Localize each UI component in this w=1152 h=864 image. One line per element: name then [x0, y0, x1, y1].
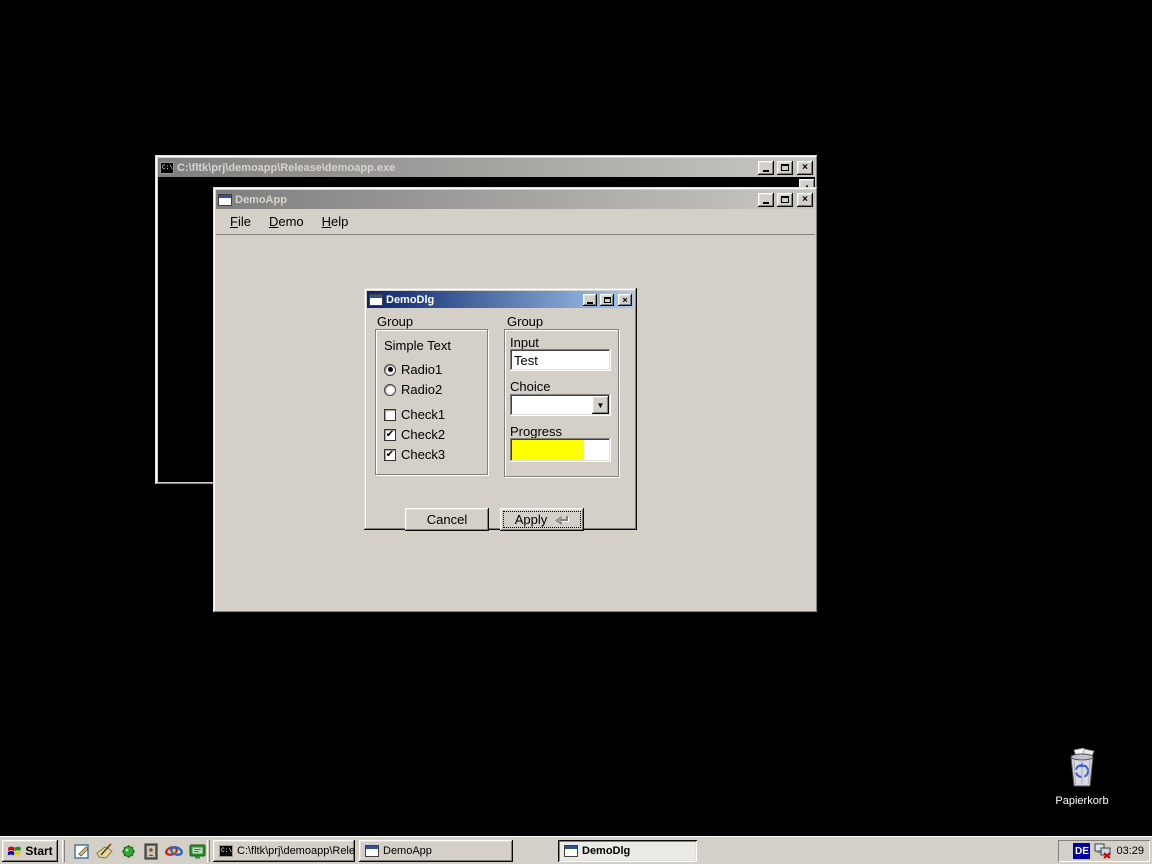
document-pen-icon[interactable] [72, 841, 92, 861]
radio2-option[interactable]: Radio2 [384, 382, 442, 397]
radio2-label: Radio2 [401, 382, 442, 397]
right-group-label: Group [507, 314, 543, 329]
demoapp-minimize-button[interactable] [758, 193, 774, 207]
visual-studio-icon[interactable] [164, 841, 184, 861]
recycle-bin-icon [1064, 748, 1100, 788]
simple-text-label: Simple Text [384, 338, 451, 353]
progress-label: Progress [510, 424, 562, 439]
menu-item-file[interactable]: File [222, 211, 259, 232]
progress-bar [510, 438, 611, 462]
check3-label: Check3 [401, 447, 445, 462]
console-icon: C:\ [160, 162, 174, 174]
hand-pen-icon[interactable] [95, 841, 115, 861]
choice-value [510, 392, 518, 411]
console-window-title: C:\fltk\prj\demoapp\Release\demoapp.exe [177, 162, 755, 174]
radio2-button[interactable] [384, 384, 396, 396]
return-key-icon [553, 515, 569, 525]
console-icon: C:\ [219, 845, 233, 857]
maximize-icon [604, 297, 611, 303]
system-tray: DE 03:29 [1058, 840, 1150, 862]
demoapp-close-button[interactable]: × [797, 193, 813, 207]
menu-item-help[interactable]: Help [314, 211, 357, 232]
choice-dropdown[interactable]: ▼ [510, 394, 611, 416]
check-icon: ✔ [386, 429, 394, 440]
close-icon: × [802, 194, 808, 205]
taskbar-separator[interactable] [207, 840, 210, 862]
bug-icon[interactable] [118, 841, 138, 861]
radio1-label: Radio1 [401, 362, 442, 377]
input-field[interactable] [510, 349, 611, 371]
window-icon [564, 845, 578, 857]
check1-option[interactable]: ✔ Check1 [384, 407, 445, 422]
minimize-icon [763, 170, 769, 172]
check2-label: Check2 [401, 427, 445, 442]
taskbar-separator[interactable] [62, 840, 65, 862]
window-icon [365, 845, 379, 857]
demodlg-minimize-button[interactable] [583, 294, 597, 306]
check1-label: Check1 [401, 407, 445, 422]
apply-button-label: Apply [515, 512, 548, 527]
windows-logo-icon [7, 844, 22, 858]
recycle-bin-label: Papierkorb [1037, 795, 1127, 807]
check-icon: ✔ [386, 449, 394, 460]
radio1-button[interactable] [384, 364, 396, 376]
maximize-icon [781, 164, 789, 171]
check3-checkbox[interactable]: ✔ [384, 449, 396, 461]
demoapp-menubar: File Demo Help [216, 209, 815, 235]
network-disconnected-icon[interactable] [1094, 843, 1112, 859]
demodlg-window-title: DemoDlg [386, 294, 580, 306]
apply-button[interactable]: Apply [500, 508, 584, 531]
menu-item-demo[interactable]: Demo [261, 211, 312, 232]
taskbar-button-demodlg-label: DemoDlg [582, 845, 630, 857]
choice-arrow-button[interactable]: ▼ [592, 396, 609, 414]
taskbar-button-demoapp-label: DemoApp [383, 845, 432, 857]
chevron-down-icon: ▼ [597, 401, 605, 410]
demodlg-window: DemoDlg × Group Simple Text Radio1 Radio… [364, 288, 637, 530]
progress-fill [512, 440, 584, 460]
console-minimize-button[interactable] [758, 161, 774, 175]
tray-clock[interactable]: 03:29 [1116, 845, 1144, 857]
demoapp-maximize-button[interactable] [777, 193, 793, 207]
taskbar: Start C:\ C:\fltk\prj\demoapp\Rele... De… [0, 836, 1152, 864]
demodlg-icon [369, 294, 383, 306]
input-field-wrap [510, 349, 611, 371]
demoapp-titlebar[interactable]: DemoApp × [216, 190, 815, 209]
cancel-button[interactable]: Cancel [405, 508, 489, 531]
minimize-icon [587, 302, 593, 304]
demoapp-icon [218, 194, 232, 206]
check3-option[interactable]: ✔ Check3 [384, 447, 445, 462]
demodlg-titlebar[interactable]: DemoDlg × [367, 291, 634, 308]
radio-dot-icon [388, 367, 393, 372]
maximize-icon [781, 196, 789, 203]
console-maximize-button[interactable] [777, 161, 793, 175]
console-titlebar[interactable]: C:\ C:\fltk\prj\demoapp\Release\demoapp.… [158, 158, 815, 177]
left-group-box: Simple Text Radio1 Radio2 ✔ Check1 ✔ Che… [375, 329, 488, 475]
recycle-bin-desktop-icon[interactable]: Papierkorb [1037, 748, 1127, 807]
input-label: Input [510, 335, 539, 350]
demoapp-window-title: DemoApp [235, 194, 755, 206]
check2-option[interactable]: ✔ Check2 [384, 427, 445, 442]
minimize-icon [763, 202, 769, 204]
taskbar-button-console[interactable]: C:\ C:\fltk\prj\demoapp\Rele... [213, 840, 355, 862]
right-group-box: Input Choice ▼ Progress [504, 329, 619, 477]
taskbar-button-console-label: C:\fltk\prj\demoapp\Rele... [237, 845, 355, 857]
radio1-option[interactable]: Radio1 [384, 362, 442, 377]
left-group-label: Group [377, 314, 413, 329]
close-icon: × [802, 162, 808, 173]
check1-checkbox[interactable]: ✔ [384, 409, 396, 421]
person-document-icon[interactable] [141, 841, 161, 861]
console-close-button[interactable]: × [797, 161, 813, 175]
demodlg-maximize-button[interactable] [600, 294, 614, 306]
start-button-label: Start [25, 844, 52, 858]
demodlg-close-button[interactable]: × [618, 294, 632, 306]
taskbar-button-demodlg[interactable]: DemoDlg [558, 840, 697, 862]
close-icon: × [622, 295, 627, 305]
green-terminal-icon[interactable] [187, 841, 207, 861]
start-button[interactable]: Start [2, 840, 58, 862]
keyboard-layout-indicator[interactable]: DE [1073, 843, 1090, 859]
check2-checkbox[interactable]: ✔ [384, 429, 396, 441]
taskbar-button-demoapp[interactable]: DemoApp [359, 840, 513, 862]
